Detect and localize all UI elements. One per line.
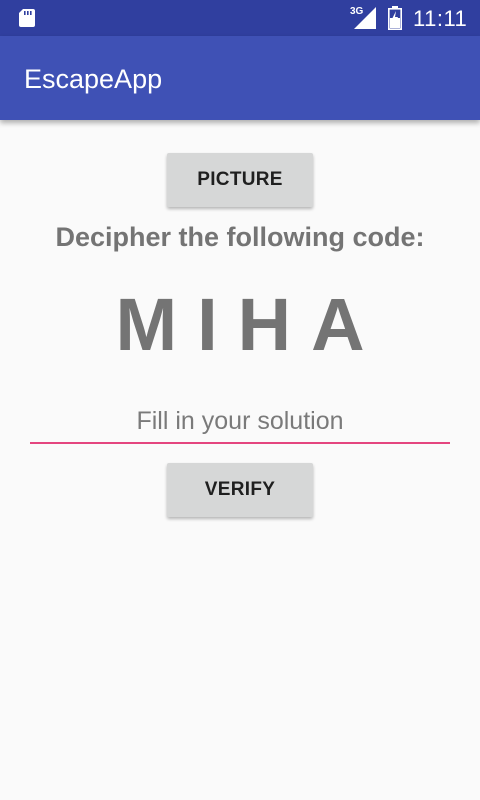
- clock: 11:11: [413, 6, 468, 31]
- app-title: EscapeApp: [24, 64, 163, 94]
- picture-button[interactable]: PICTURE: [167, 153, 313, 207]
- sd-card-icon: [19, 9, 35, 27]
- verify-button[interactable]: VERIFY: [167, 463, 313, 517]
- app-bar: EscapeApp: [0, 36, 480, 120]
- solution-input[interactable]: [30, 400, 450, 444]
- battery-icon: [388, 6, 402, 30]
- signal-icon: [354, 7, 376, 29]
- status-bar: 3G 11:11: [0, 0, 480, 36]
- cipher-prompt: Decipher the following code:: [55, 222, 425, 252]
- cipher-code: MIHA: [115, 283, 385, 366]
